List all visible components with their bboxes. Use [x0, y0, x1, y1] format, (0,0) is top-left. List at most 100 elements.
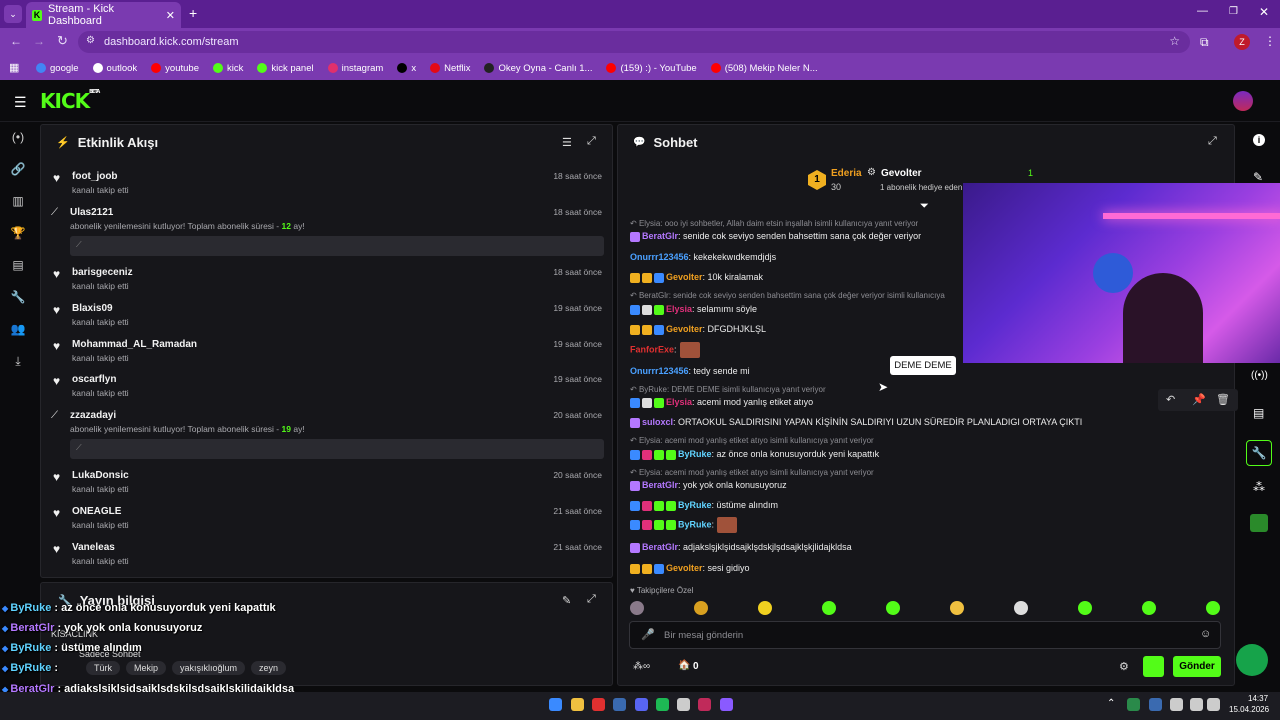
bookmark-item[interactable]: instagram	[327, 63, 383, 74]
chat-username[interactable]: BeratGlr	[642, 480, 678, 490]
chat-username[interactable]: Elysia	[666, 397, 692, 407]
tray-steam-icon[interactable]	[1149, 698, 1162, 711]
tray-chevron-icon[interactable]: ⌃	[1107, 698, 1115, 709]
vs-icon[interactable]	[720, 698, 733, 711]
activity-username[interactable]: foot_joob	[72, 171, 118, 182]
reply-icon[interactable]: ↶	[1166, 393, 1175, 406]
close-tab-icon[interactable]: ✕	[166, 9, 175, 22]
stream-live-icon[interactable]: (•)	[10, 130, 26, 146]
chat-popout-icon[interactable]: ⤢	[1208, 135, 1217, 148]
chat-username[interactable]: BeratGlr	[642, 231, 678, 241]
chat-username[interactable]: Onurrr123456	[630, 252, 689, 262]
stream-tag[interactable]: Mekip	[126, 661, 167, 675]
chat-username[interactable]: FanforExe	[630, 344, 674, 354]
chat-username[interactable]: ByRuke	[678, 519, 712, 529]
emote-icon[interactable]	[822, 601, 836, 615]
popout-stream-icon[interactable]: ⤢	[587, 593, 596, 606]
activity-username[interactable]: zzazadayi	[70, 410, 116, 421]
edit-pencil-icon[interactable]: ✎	[1253, 170, 1263, 184]
kick-logo[interactable]: KICKBETA	[40, 89, 100, 113]
spotify-icon[interactable]	[656, 698, 669, 711]
activity-username[interactable]: oscarflyn	[72, 374, 116, 385]
stream-tag[interactable]: Türk	[86, 661, 120, 675]
new-tab-button[interactable]: +	[189, 5, 197, 21]
download-icon[interactable]: ⤓	[10, 354, 26, 370]
send-button[interactable]: Gönder	[1173, 656, 1221, 677]
emote-icon[interactable]	[1014, 601, 1028, 615]
browser-tab[interactable]: K Stream - Kick Dashboard ✕	[26, 2, 181, 28]
users-icon[interactable]: 👥	[10, 322, 26, 338]
floating-chat-button[interactable]	[1236, 644, 1268, 676]
activity-username[interactable]: Blaxis09	[72, 303, 113, 314]
chat-username[interactable]: Gevolter	[666, 324, 703, 334]
wrench-icon[interactable]: 🔧	[10, 290, 26, 306]
close-window-icon[interactable]: ✕	[1259, 5, 1269, 19]
hamburger-menu-icon[interactable]: ☰	[14, 94, 27, 111]
bookmark-item[interactable]: kick	[212, 63, 243, 74]
volume-icon[interactable]	[1207, 698, 1220, 711]
chrome-icon[interactable]	[592, 698, 605, 711]
chat-input[interactable]: 🎤 Bir mesaj gönderin ☺	[629, 621, 1221, 649]
link-icon[interactable]: 🔗	[10, 162, 26, 178]
bookmark-item[interactable]: google	[36, 63, 79, 74]
bookmark-item[interactable]: kick panel	[257, 63, 314, 74]
analytics-icon[interactable]: ▥	[10, 194, 26, 210]
activity-username[interactable]: ONEAGLE	[72, 506, 121, 517]
forward-icon[interactable]: →	[33, 34, 45, 48]
profile-avatar[interactable]: Z	[1234, 34, 1250, 50]
emote-icon[interactable]	[758, 601, 772, 615]
activity-username[interactable]: LukaDonsic	[72, 470, 129, 481]
back-icon[interactable]: ←	[10, 34, 22, 48]
bookmark-item[interactable]: x	[397, 63, 416, 74]
bookmark-item[interactable]: Netflix	[430, 63, 470, 74]
activity-username[interactable]: Vaneleas	[72, 542, 115, 553]
emote-icon[interactable]	[1142, 601, 1156, 615]
trophy-icon[interactable]: 🏆	[10, 226, 26, 242]
emoji-icon[interactable]: ☺	[1200, 628, 1211, 640]
emote-icon[interactable]	[950, 601, 964, 615]
pin-icon[interactable]: 📌	[1192, 393, 1206, 406]
tools-active-icon[interactable]: 🔧	[1246, 440, 1272, 466]
bookmark-item[interactable]: outlook	[92, 63, 137, 74]
chat-settings-icon[interactable]: ⁂∞	[633, 661, 650, 672]
collapse-pinned-icon[interactable]: ⏷	[920, 200, 929, 213]
activity-username[interactable]: Ulas2121	[70, 207, 113, 218]
tray-green-icon[interactable]	[1127, 698, 1140, 711]
green-app-icon[interactable]	[1250, 514, 1268, 532]
bookmark-star-icon[interactable]: ☆	[1169, 34, 1180, 48]
activity-username[interactable]: Mohammad_AL_Ramadan	[72, 339, 197, 350]
filter-icon[interactable]: ☰	[562, 136, 572, 149]
restore-icon[interactable]: ❐	[1229, 6, 1238, 17]
steam-icon[interactable]	[613, 698, 626, 711]
apps-grid-icon[interactable]: ▦	[9, 61, 19, 74]
popout-icon[interactable]: ⤢	[587, 135, 596, 148]
stack-icon[interactable]: ▤	[1253, 406, 1264, 420]
chat-username[interactable]: suloxcl	[642, 417, 673, 427]
chat-username[interactable]: BeratGlr	[642, 542, 678, 552]
extensions-icon[interactable]: ⧉	[1200, 35, 1209, 50]
discord-icon[interactable]	[635, 698, 648, 711]
store-icon[interactable]: 🏠	[678, 660, 690, 671]
menu-kebab-icon[interactable]: ⋮	[1264, 34, 1276, 48]
emote-icon[interactable]	[1078, 601, 1092, 615]
stream-tag[interactable]: zeyn	[251, 661, 287, 675]
minimize-icon[interactable]: —	[1197, 5, 1208, 17]
emote-icon[interactable]	[886, 601, 900, 615]
chat-username[interactable]: Gevolter	[666, 272, 703, 282]
chat-username[interactable]: Gevolter	[666, 563, 703, 573]
user-avatar[interactable]	[1233, 91, 1253, 111]
activity-username[interactable]: barisgeceniz	[72, 267, 133, 278]
active-app-icon[interactable]	[698, 698, 711, 711]
chat-username[interactable]: Onurrr123456	[630, 366, 689, 376]
tab-list-button[interactable]: ⌄	[4, 5, 22, 23]
site-info-icon[interactable]: ⚙	[86, 35, 95, 46]
bookmark-item[interactable]: (508) Mekip Neler N...	[710, 63, 818, 74]
nodes-icon[interactable]: ⁂	[1253, 480, 1265, 494]
url-bar[interactable]: ⚙ dashboard.kick.com/stream ☆	[78, 31, 1190, 53]
chat-username[interactable]: ByRuke	[678, 449, 712, 459]
file-explorer-icon[interactable]	[571, 698, 584, 711]
chat-username[interactable]: ByRuke	[678, 500, 712, 510]
broadcast-icon[interactable]: ((•))	[1251, 370, 1268, 381]
edit-stream-icon[interactable]: ✎	[562, 594, 571, 607]
reload-icon[interactable]: ↻	[57, 33, 68, 49]
